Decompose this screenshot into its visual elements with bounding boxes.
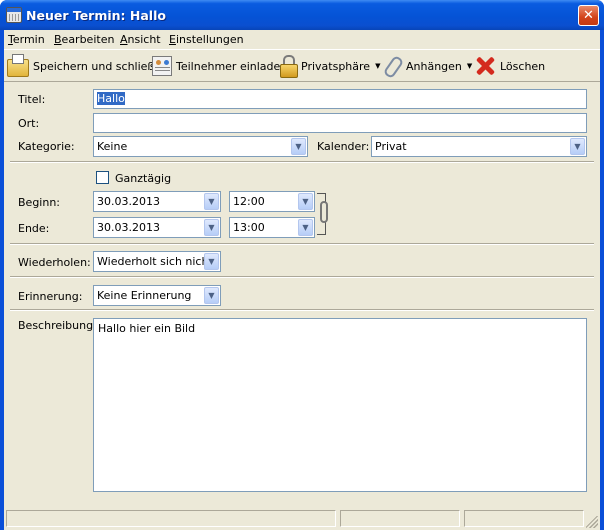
menu-bearbeiten[interactable]: Bearbeiten	[54, 33, 114, 46]
menu-einstellungen[interactable]: Einstellungen	[169, 33, 244, 46]
privacy-button[interactable]: Privatsphäre ▼	[279, 53, 380, 79]
menu-ansicht[interactable]: Ansicht	[120, 33, 161, 46]
start-date-value: 30.03.2013	[97, 195, 160, 208]
status-pane	[6, 510, 336, 527]
title-label: Titel:	[18, 93, 46, 106]
reminder-select[interactable]: Keine Erinnerung ▼	[93, 285, 221, 306]
close-button[interactable]: ✕	[578, 5, 599, 26]
repeat-select[interactable]: Wiederholt sich nicht ▼	[93, 251, 221, 272]
save-and-close-label: Speichern und schließen	[33, 59, 169, 73]
event-dialog-window: Neuer Termin: Hallo ✕ Termin Bearbeiten …	[0, 0, 604, 530]
delete-button[interactable]: Löschen	[474, 53, 545, 79]
calendar-select[interactable]: Privat ▼	[371, 136, 587, 157]
end-time-value: 13:00	[233, 221, 265, 234]
description-textarea[interactable]: Hallo hier ein Bild	[93, 318, 587, 492]
invite-attendees-icon	[152, 56, 172, 76]
title-bar[interactable]: Neuer Termin: Hallo ✕	[0, 0, 604, 30]
privacy-dropdown-arrow-icon[interactable]: ▼	[375, 62, 380, 70]
end-time-picker[interactable]: 13:00 ▼	[229, 217, 315, 238]
allday-checkbox[interactable]	[96, 171, 109, 184]
paperclip-icon	[382, 55, 402, 77]
start-date-picker[interactable]: 30.03.2013 ▼	[93, 191, 221, 212]
category-select[interactable]: Keine ▼	[93, 136, 308, 157]
invite-attendees-label: Teilnehmer einladen	[176, 59, 288, 73]
lock-icon	[279, 55, 298, 78]
description-label: Beschreibung:	[18, 319, 97, 332]
chevron-down-icon[interactable]: ▼	[298, 193, 313, 210]
start-label: Beginn:	[18, 196, 61, 209]
calendar-value: Privat	[375, 140, 407, 153]
location-label: Ort:	[18, 117, 40, 130]
delete-x-icon	[474, 55, 496, 77]
menu-termin[interactable]: Termin	[8, 33, 45, 46]
repeat-label: Wiederholen:	[18, 256, 91, 269]
resize-grip-icon[interactable]	[586, 516, 598, 528]
invite-attendees-button[interactable]: Teilnehmer einladen	[152, 53, 287, 79]
delete-label: Löschen	[500, 59, 546, 73]
attach-button[interactable]: Anhängen ▼	[382, 53, 472, 79]
chevron-down-icon[interactable]: ▼	[291, 138, 306, 155]
calendar-label: Kalender:	[317, 140, 370, 153]
end-label: Ende:	[18, 222, 50, 235]
chevron-down-icon[interactable]: ▼	[298, 219, 313, 236]
chevron-down-icon[interactable]: ▼	[570, 138, 585, 155]
description-text: Hallo hier ein Bild	[98, 322, 196, 335]
start-time-value: 12:00	[233, 195, 265, 208]
category-value: Keine	[97, 140, 128, 153]
divider	[10, 276, 594, 278]
location-input[interactable]	[93, 113, 587, 133]
toolbar: Speichern und schließen Teilnehmer einla…	[4, 49, 600, 82]
chevron-down-icon[interactable]: ▼	[204, 219, 219, 236]
chain-link-icon[interactable]	[320, 201, 328, 223]
repeat-value: Wiederholt sich nicht	[97, 255, 213, 268]
status-bar	[4, 506, 600, 530]
divider	[10, 309, 594, 311]
status-pane	[464, 510, 584, 527]
attach-dropdown-arrow-icon[interactable]: ▼	[467, 62, 472, 70]
calendar-icon	[6, 7, 22, 23]
attach-label: Anhängen	[406, 59, 462, 73]
menu-bar: Termin Bearbeiten Ansicht Einstellungen	[4, 30, 600, 49]
end-date-picker[interactable]: 30.03.2013 ▼	[93, 217, 221, 238]
category-label: Kategorie:	[18, 140, 75, 153]
save-icon	[7, 53, 29, 77]
chevron-down-icon[interactable]: ▼	[204, 253, 219, 270]
status-pane	[340, 510, 460, 527]
title-input[interactable]: Hallo	[93, 89, 587, 109]
dialog-client-area: Termin Bearbeiten Ansicht Einstellungen …	[4, 30, 600, 530]
reminder-label: Erinnerung:	[18, 290, 83, 303]
allday-label[interactable]: Ganztägig	[115, 172, 171, 185]
privacy-label: Privatsphäre	[301, 59, 371, 73]
end-date-value: 30.03.2013	[97, 221, 160, 234]
chevron-down-icon[interactable]: ▼	[204, 193, 219, 210]
start-time-picker[interactable]: 12:00 ▼	[229, 191, 315, 212]
save-and-close-button[interactable]: Speichern und schließen	[7, 53, 168, 79]
title-input-value: Hallo	[97, 92, 125, 105]
divider	[10, 243, 594, 245]
divider	[10, 161, 594, 163]
chevron-down-icon[interactable]: ▼	[204, 287, 219, 304]
reminder-value: Keine Erinnerung	[97, 289, 192, 302]
window-title: Neuer Termin: Hallo	[26, 8, 166, 23]
